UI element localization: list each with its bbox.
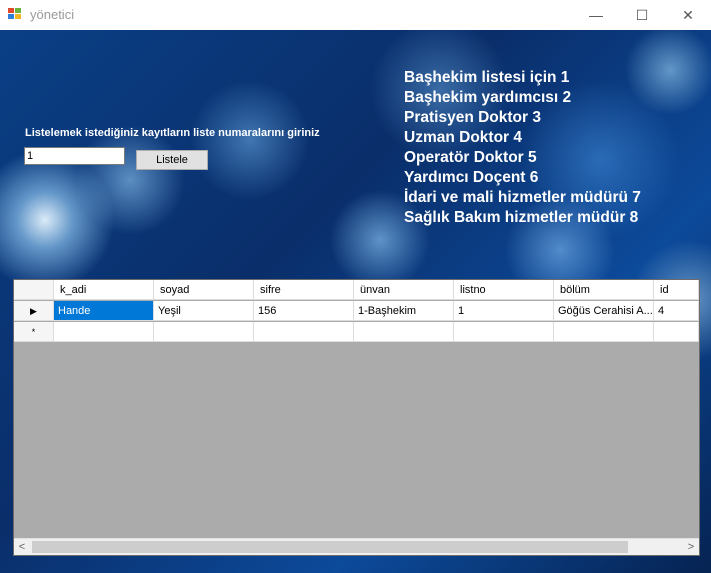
legend-item: Pratisyen Doktor 3 [404,109,541,126]
grid-cell[interactable]: 1-Başhekim [354,301,454,321]
column-header-soyad[interactable]: soyad [154,280,254,300]
close-button[interactable]: ✕ [665,0,711,30]
horizontal-scrollbar[interactable]: < > [14,538,699,555]
scrollbar-thumb[interactable] [32,541,628,553]
column-header-bolum[interactable]: bölüm [554,280,654,300]
scroll-left-icon[interactable]: < [14,539,30,555]
grid-cell[interactable]: 1 [454,301,554,321]
grid-cell[interactable] [54,322,154,342]
grid-cell[interactable]: 156 [254,301,354,321]
title-bar: yönetici — ☐ ✕ [0,0,711,30]
new-row[interactable]: * [14,322,699,343]
column-header-id[interactable]: id [654,280,699,300]
window-title: yönetici [30,7,75,22]
app-icon [8,8,22,20]
list-button[interactable]: Listele [136,150,208,170]
legend-item: Başhekim listesi için 1 [404,69,570,86]
column-header-listno[interactable]: listno [454,280,554,300]
grid-cell[interactable]: Yeşil [154,301,254,321]
column-header-k_adi[interactable]: k_adi [54,280,154,300]
scroll-right-icon[interactable]: > [683,539,699,555]
grid-header-row: k_adi soyad sifre ünvan listno bölüm id [14,280,699,301]
grid-cell[interactable]: Hande [54,301,154,321]
grid-cell[interactable] [454,322,554,342]
legend-item: Yardımcı Doçent 6 [404,169,539,186]
legend-item: Sağlık Bakım hizmetler müdür 8 [404,209,639,226]
corner-header[interactable] [14,280,54,300]
list-number-input[interactable]: 1 [24,147,125,165]
new-row-indicator-icon[interactable]: * [14,322,54,342]
grid-cell[interactable] [254,322,354,342]
maximize-button[interactable]: ☐ [619,0,665,30]
grid-cell[interactable] [354,322,454,342]
table-row[interactable]: ▶ Hande Yeşil 156 1-Başhekim 1 Göğüs Cer… [14,301,699,322]
legend-item: Operatör Doktor 5 [404,149,537,166]
grid-cell[interactable]: 4 [654,301,699,321]
list-number-prompt: Listelemek istediğiniz kayıtların liste … [25,127,320,139]
column-header-unvan[interactable]: ünvan [354,280,454,300]
grid-cell[interactable] [154,322,254,342]
current-row-indicator-icon[interactable]: ▶ [14,301,54,321]
legend-item: İdari ve mali hizmetler müdürü 7 [404,189,641,206]
legend-item: Başhekim yardımcısı 2 [404,89,572,106]
minimize-button[interactable]: — [573,0,619,30]
form-client-area: Listelemek istediğiniz kayıtların liste … [0,30,711,573]
grid-cell[interactable] [654,322,699,342]
data-grid[interactable]: k_adi soyad sifre ünvan listno bölüm id … [13,279,700,556]
grid-cell[interactable]: Göğüs Cerahisi A... [554,301,654,321]
legend-item: Uzman Doktor 4 [404,129,522,146]
grid-cell[interactable] [554,322,654,342]
title-legend: Başhekim listesi için 1 Başhekim yardımc… [404,68,641,228]
column-header-sifre[interactable]: sifre [254,280,354,300]
